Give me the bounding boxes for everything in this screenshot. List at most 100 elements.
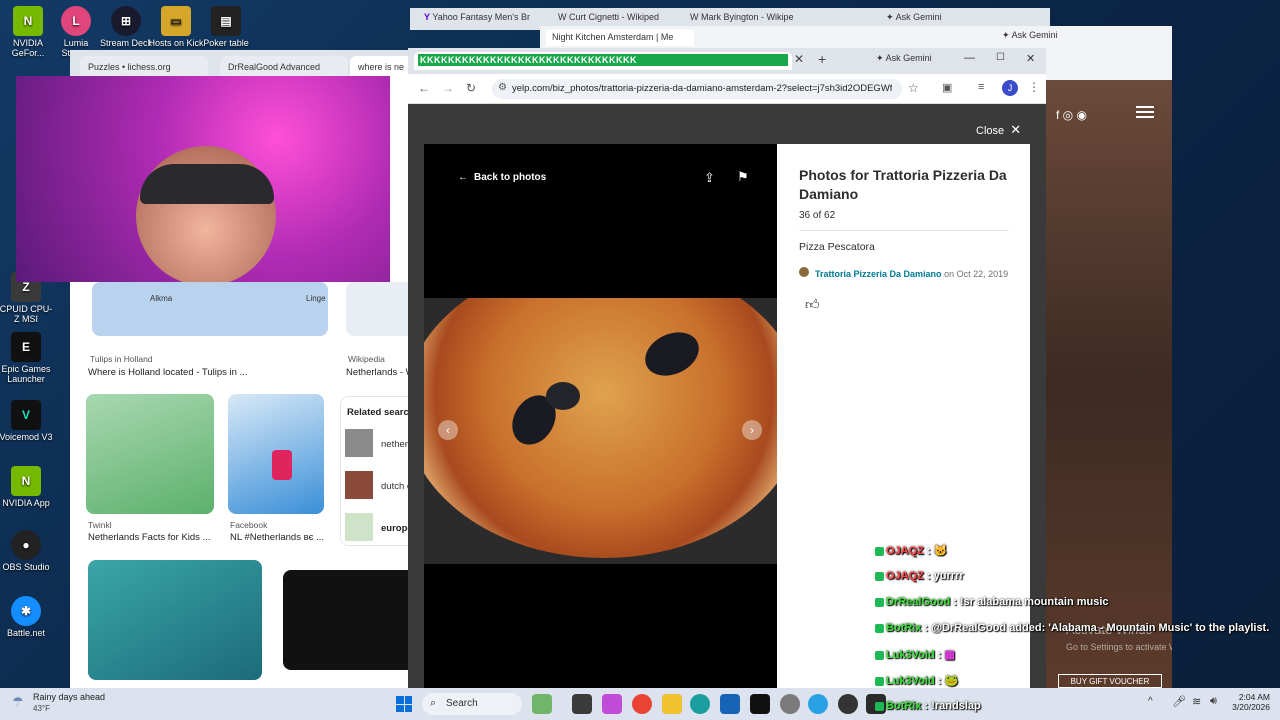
result-title[interactable]: Netherlands Facts for Kids ... [88,532,211,543]
desktop-icon-nvidia-app[interactable]: N NVIDIA App [0,466,54,508]
voicemod-icon: V [11,400,41,430]
volume-icon[interactable]: 🔊︎ [1210,695,1217,708]
cast-icon[interactable]: ▣ [942,81,952,94]
taskbar-app-copilot[interactable] [602,694,622,714]
ask-gemini-button[interactable]: ✦ Ask Gemini [876,53,932,64]
taskbar-app-widgets[interactable] [532,694,552,714]
previous-photo-button[interactable]: ‹ [438,420,458,440]
close-icon: ✕ [1010,122,1022,137]
site-info-icon[interactable]: ⚙ [498,82,507,93]
result-title[interactable]: NL #Netherlands вє ... [230,532,324,543]
author-link[interactable]: Trattoria Pizzeria Da Damiano [815,269,942,279]
arrow-left-icon: ← [458,172,468,183]
start-tile [404,696,412,704]
taskbar-app-obs[interactable] [838,694,858,714]
flag-icon[interactable]: ⚑ [737,169,749,185]
image-result-wikipedia-map[interactable] [346,282,416,336]
result-title[interactable]: Where is Holland located - Tulips in ... [88,367,247,378]
weather-icon[interactable]: ☂ [12,694,24,710]
reload-icon[interactable]: ↻ [466,81,476,95]
microphone-icon[interactable]: 🎤︎ [1172,695,1186,708]
battlenet-icon: ✱ [11,596,41,626]
tab-night-kitchen[interactable]: Night Kitchen Amsterdam | Me [546,29,694,46]
obs-icon: ● [11,530,41,560]
clock[interactable]: 2:04 AM 3/20/2026 [1226,692,1270,712]
extensions-icon[interactable]: ≡ [978,81,984,93]
new-tab-icon[interactable]: + [818,51,826,67]
webcam-overlay [16,76,390,282]
image-result-europe-map[interactable] [86,394,214,514]
taskbar-search-box[interactable]: ⌕ Search [422,693,522,715]
desktop-icon-hosts-on-kick[interactable]: ▭ Hosts on Kick [148,6,204,48]
kick-badge-icon [875,623,884,633]
back-to-photos-link[interactable]: ← Back to photos [458,172,546,183]
ask-gemini-button[interactable]: ✦ Ask Gemini [886,12,942,23]
result-source: Tulips in Holland [90,354,153,364]
main-tab-bar: KKKKKKKKKKKKKKKKKKKKKKKKKKKKKKK ✕ + ✦ As… [408,48,1046,74]
buy-gift-voucher-button[interactable]: BUY GIFT VOUCHER [1058,674,1162,688]
image-result-holland-map[interactable]: Alkma Linge [92,282,328,336]
clock-time: 2:04 AM [1238,692,1270,702]
url-bar[interactable]: yelp.com/biz_photos/trattoria-pizzeria-d… [492,79,902,99]
close-window-icon[interactable]: ✕ [1026,52,1035,65]
desktop-icon-battlenet[interactable]: ✱ Battle.net [0,596,54,638]
chat-message: BotRix : @DrRealGood added: 'Alabama - M… [875,622,1269,634]
related-item[interactable]: nether [381,439,408,450]
tab-yahoo-fantasy[interactable]: Y Yahoo Fantasy Men's Br [424,12,530,22]
taskbar-app-store[interactable] [720,694,740,714]
wikipedia-icon: W [558,12,567,22]
tab-mark-byington[interactable]: W Mark Byington - Wikipe [690,12,794,22]
bookmark-star-icon[interactable]: ☆ [908,81,919,95]
taskbar-app-messenger[interactable] [808,694,828,714]
related-thumb [345,513,373,541]
desktop-icon-poker-table[interactable]: ▤ Poker table [198,6,254,48]
back-arrow-icon[interactable]: ← [418,81,430,95]
gemini-icon: ✦ [876,53,884,63]
desktop-icon-stream-deck[interactable]: ⊞ Stream Deck [98,6,154,48]
taskbar-app-task-view[interactable] [572,694,592,714]
chat-message: Luk3Void : 🐸 [875,674,958,687]
minimize-icon[interactable]: — [964,52,975,64]
forward-arrow-icon[interactable]: → [442,81,454,95]
taskbar-app-chrome[interactable] [632,694,652,714]
tab-curt-cignetti[interactable]: W Curt Cignetti - Wikiped [558,12,659,22]
thumbs-up-icon[interactable]: 👍︎ [805,296,820,313]
photo-title: Photos for Trattoria Pizzeria Da Damiano [799,167,1007,202]
taskbar-app-edge[interactable] [690,694,710,714]
related-thumb [345,471,373,499]
wifi-icon[interactable]: ≋ [1192,695,1201,708]
address-toolbar: ← → ↻ yelp.com/biz_photos/trattoria-pizz… [408,74,1046,104]
taskbar-app-settings[interactable] [780,694,800,714]
image-result-netherlands-map[interactable] [228,394,324,514]
desktop-icon-obs[interactable]: ● OBS Studio [0,530,54,572]
show-hidden-icons[interactable]: ^ [1148,696,1153,707]
desktop-icon-epic-games[interactable]: E Epic Games Launcher [0,332,54,384]
start-button[interactable] [396,696,412,712]
maximize-icon[interactable]: ☐ [996,52,1005,63]
lumia-icon: L [61,6,91,36]
search-icon: ⌕ [430,697,437,709]
desktop-icon-voicemod[interactable]: V Voicemod V3 [0,400,54,442]
close-tab-icon[interactable]: ✕ [794,52,804,66]
result-source: Twinkl [88,520,112,530]
close-lightbox-button[interactable]: Close ✕ [976,122,1021,138]
image-result-europe-teal-map[interactable] [88,560,262,680]
menu-kebab-icon[interactable]: ⋮ [1028,80,1040,94]
mouse-cursor [557,209,564,221]
windows-taskbar: ☂ Rainy days ahead 43°F ⌕ Search BotRix … [0,688,1280,720]
related-searches-heading: Related search [347,407,415,418]
next-photo-button[interactable]: › [742,420,762,440]
result-title[interactable]: Netherlands - W [346,367,415,378]
taskbar-app-terminal[interactable] [750,694,770,714]
weather-title[interactable]: Rainy days ahead [33,692,105,702]
epic-games-icon: E [11,332,41,362]
ask-gemini-button[interactable]: ✦ Ask Gemini [1002,30,1058,41]
tab-kick-spam[interactable]: KKKKKKKKKKKKKKKKKKKKKKKKKKKKKKK [414,52,792,70]
activate-windows-subtitle: Go to Settings to activate Windows. [1066,642,1172,652]
social-icons[interactable]: f ◎ ◉ [1056,108,1087,122]
share-icon[interactable]: ⇪ [704,170,715,186]
profile-avatar[interactable]: J [1002,80,1018,96]
kick-badge-icon [875,676,884,686]
taskbar-app-file-explorer[interactable] [662,694,682,714]
hamburger-menu-icon[interactable] [1136,106,1154,108]
